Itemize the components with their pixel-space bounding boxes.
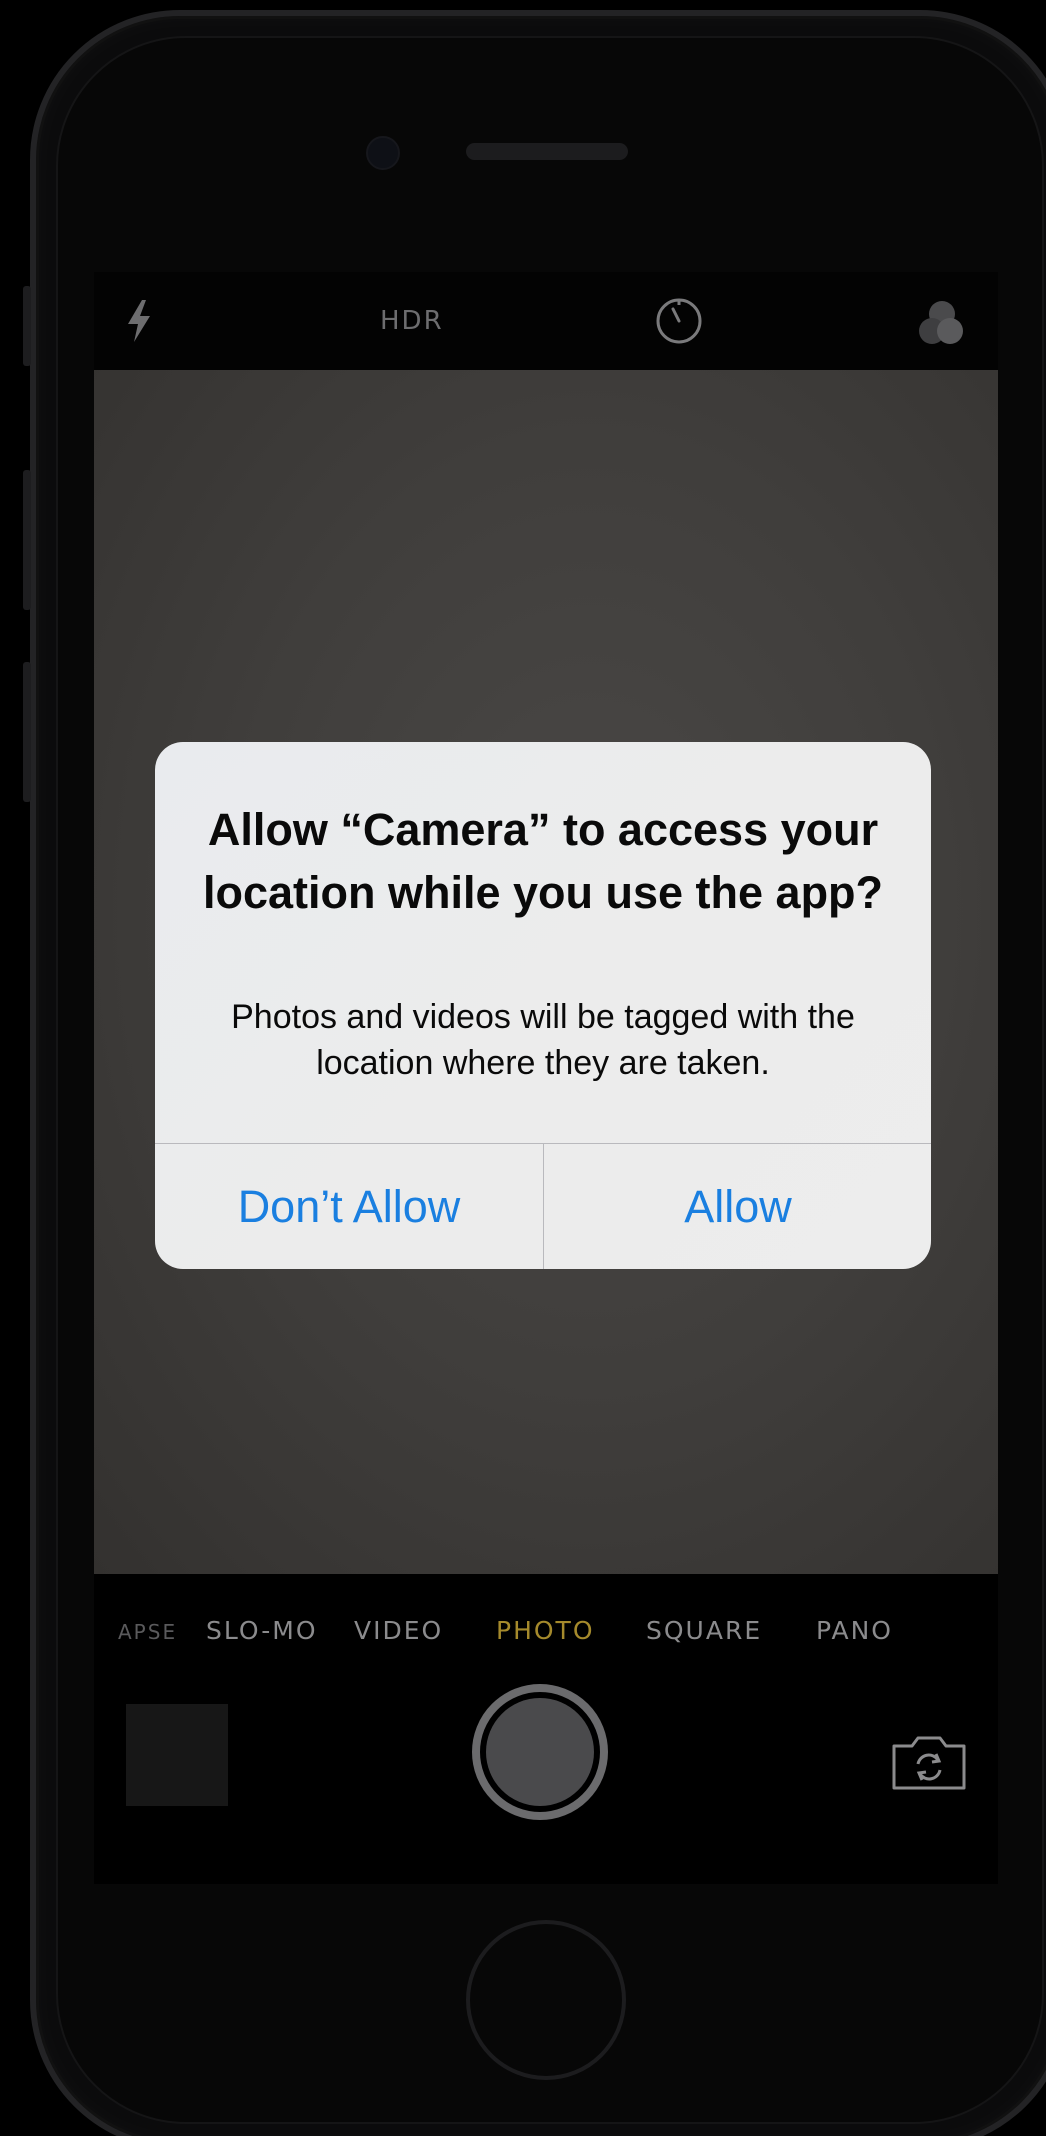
camera-controls [94,1674,998,1884]
alert-message: Photos and videos will be tagged with th… [231,998,855,1082]
alert-title: Allow “Camera” to access your location w… [202,804,884,918]
filters-icon[interactable] [914,298,968,348]
dont-allow-button[interactable]: Don’t Allow [155,1144,543,1269]
mode-selector: APSE SLO-MO VIDEO PHOTO SQUARE PANO [94,1574,998,1674]
mode-video[interactable]: VIDEO [354,1616,443,1645]
camera-top-bar: HDR [94,272,998,370]
front-camera [366,136,400,170]
device-frame: HDR APSE SLO-MO VIDEO PHOTO SQUARE PANO [0,0,1046,2136]
camera-flip-icon[interactable] [890,1732,968,1792]
mode-photo[interactable]: PHOTO [496,1616,595,1645]
location-permission-alert: Allow “Camera” to access your location w… [155,742,931,1269]
earpiece [466,143,628,160]
mode-timelapse[interactable]: APSE [118,1620,177,1644]
flash-icon[interactable] [124,298,154,344]
allow-button[interactable]: Allow [544,1144,931,1269]
shutter-inner [486,1698,594,1806]
home-button[interactable] [466,1920,626,2080]
mute-switch [23,286,31,366]
hdr-toggle[interactable]: HDR [380,306,444,336]
shutter-button[interactable] [472,1684,608,1820]
timer-icon[interactable] [654,296,704,346]
mode-slo-mo[interactable]: SLO-MO [206,1616,318,1645]
mode-square[interactable]: SQUARE [646,1616,762,1645]
volume-down-button [23,662,31,802]
last-photo-thumbnail[interactable] [126,1704,228,1806]
mode-pano[interactable]: PANO [816,1616,893,1645]
volume-up-button [23,470,31,610]
